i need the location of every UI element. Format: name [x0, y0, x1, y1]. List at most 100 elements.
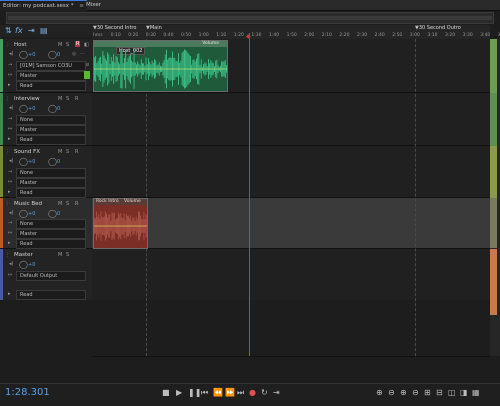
output-row-interview[interactable]: ↦ Master [8, 125, 88, 133]
go-to-end-button[interactable]: ⏭ [237, 388, 244, 398]
input-select-interview[interactable]: None [16, 115, 86, 125]
stereo-icon[interactable]: ◎ [72, 51, 76, 57]
phase-icon[interactable]: ø [86, 62, 89, 68]
mute-button-interview[interactable]: M [58, 96, 62, 102]
volume-value-soundfx[interactable]: +0 [28, 159, 35, 165]
track-name-host[interactable]: Host [14, 42, 27, 48]
output-select-host[interactable]: Master [16, 71, 86, 81]
zoom-in-left[interactable]: ◫ [448, 388, 456, 397]
record-arm-interview[interactable]: R [75, 96, 78, 102]
zoom-selection[interactable]: ⊟ [436, 388, 443, 397]
pan-value-host[interactable]: 0 [57, 52, 60, 58]
automation-mode-soundfx[interactable]: Read [16, 188, 86, 198]
lane-musicbed[interactable] [92, 198, 490, 249]
track-name-master[interactable]: Master [14, 252, 33, 258]
automation-row-host[interactable]: ▸ Read [8, 81, 88, 89]
output-row-master[interactable]: ↦ Default Output [8, 271, 88, 279]
automation-row-interview[interactable]: ▸ Read [8, 135, 88, 143]
zoom-in-amplitude[interactable]: ⊕ [376, 388, 383, 397]
volume-value-master[interactable]: +0 [28, 262, 35, 268]
volume-value-host[interactable]: +0 [28, 52, 35, 58]
pause-button[interactable]: ❚❚ [188, 388, 201, 397]
track-name-soundfx[interactable]: Sound FX [14, 149, 40, 155]
skip-button[interactable]: ⇥ [273, 388, 280, 397]
stop-button[interactable]: ■ [162, 388, 170, 397]
output-row-host[interactable]: ↦ Master [8, 71, 88, 79]
pan-knob[interactable]: ◯ [48, 209, 57, 218]
volume-knob[interactable]: ◯ [19, 157, 28, 166]
rewind-button[interactable]: ⏪ [213, 388, 223, 397]
input-icon[interactable]: ⇥ [28, 25, 35, 37]
grip-icon[interactable]: ⋮ [5, 42, 10, 48]
playhead-handle[interactable]: ◆ [246, 33, 251, 40]
automation-mode-interview[interactable]: Read [16, 135, 86, 145]
grip-icon[interactable]: ⋮ [5, 96, 10, 102]
tab-mixer[interactable]: Mixer [83, 0, 104, 10]
automation-mode-musicbed[interactable]: Read [16, 239, 86, 249]
grip-icon[interactable]: ⋮ [5, 252, 10, 258]
monitor-icon[interactable]: ◧ [84, 42, 89, 48]
record-arm-soundfx[interactable]: R [75, 149, 78, 155]
input-row-soundfx[interactable]: → None [8, 168, 88, 176]
lane-interview[interactable] [92, 93, 490, 146]
input-row-host[interactable]: → [01M] Samson CO3U [8, 61, 88, 69]
lane-soundfx[interactable] [92, 146, 490, 198]
play-button[interactable]: ▶ [176, 388, 182, 397]
volume-value-interview[interactable]: +0 [28, 106, 35, 112]
mute-button-master[interactable]: M [58, 252, 62, 258]
pan-knob[interactable]: ◯ [48, 157, 57, 166]
input-row-musicbed[interactable]: → None [8, 219, 88, 227]
timecode-display[interactable]: 1:28.301 [5, 387, 50, 398]
solo-button-host[interactable]: S [66, 42, 69, 48]
output-row-soundfx[interactable]: ↦ Master [8, 178, 88, 186]
lane-master[interactable] [92, 249, 490, 301]
fast-forward-button[interactable]: ⏩ [225, 388, 235, 397]
solo-button-master[interactable]: S [66, 252, 69, 258]
output-select-interview[interactable]: Master [16, 125, 86, 135]
volume-knob[interactable]: ◯ [19, 50, 28, 59]
record-button[interactable]: ● [249, 388, 256, 397]
automation-row-soundfx[interactable]: ▸ Read [8, 188, 88, 196]
pan-knob[interactable]: ◯ [48, 50, 57, 59]
output-select-soundfx[interactable]: Master [16, 178, 86, 188]
input-select-host[interactable]: [01M] Samson CO3U [16, 61, 86, 71]
clip-host[interactable]: Host_002 Volume [93, 40, 228, 92]
zoom-tracks[interactable]: ▦ [472, 388, 480, 397]
fx-icon[interactable]: fx [15, 25, 23, 37]
output-select-musicbed[interactable]: Master [16, 229, 86, 239]
playhead[interactable] [249, 33, 250, 356]
zoom-out-amplitude[interactable]: ⊖ [388, 388, 395, 397]
record-arm-host[interactable]: R [75, 41, 80, 47]
pan-value-interview[interactable]: 0 [57, 106, 60, 112]
input-select-musicbed[interactable]: None [16, 219, 86, 229]
track-name-interview[interactable]: Interview [14, 96, 40, 102]
output-row-musicbed[interactable]: ↦ Master [8, 229, 88, 237]
pan-knob[interactable]: ◯ [48, 104, 57, 113]
zoom-full[interactable]: ⊞ [424, 388, 431, 397]
zoom-overview[interactable] [6, 12, 494, 24]
pan-value-musicbed[interactable]: 0 [57, 211, 60, 217]
mute-button-soundfx[interactable]: M [58, 149, 62, 155]
grip-icon[interactable]: ⋮ [5, 149, 10, 155]
track-soundfx[interactable]: ⋮ Sound FX M S R ◂) ◯ +0 ◯ 0 → None ↦ Ma… [0, 146, 92, 198]
zoom-in-right[interactable]: ◨ [460, 388, 468, 397]
automation-mode-master[interactable]: Read [16, 290, 86, 300]
marker-intro[interactable]: ▼30 Second Intro [93, 25, 136, 31]
track-host[interactable]: ⋮ Host M S R ◧ ◂) ◯ +0 ◯ 0 ◎ ⋯ → [01M] S… [0, 39, 92, 93]
marker-main[interactable]: ▼Main [146, 25, 162, 31]
grip-icon[interactable]: ⋮ [5, 201, 10, 207]
solo-button-musicbed[interactable]: S [66, 201, 69, 207]
swap-icon[interactable]: ⇅ [5, 25, 12, 37]
meter-icon[interactable]: ▤ [40, 25, 48, 37]
track-name-musicbed[interactable]: Music Bed [14, 201, 42, 207]
record-arm-musicbed[interactable]: R [75, 201, 78, 207]
track-musicbed[interactable]: ⋮ Music Bed M S R ◂) ◯ +0 ◯ 0 → None ↦ M… [0, 198, 92, 249]
input-row-interview[interactable]: → None [8, 115, 88, 123]
automation-row-musicbed[interactable]: ▸ Read [8, 239, 88, 247]
automation-mode-host[interactable]: Read [16, 81, 86, 91]
input-select-soundfx[interactable]: None [16, 168, 86, 178]
solo-button-interview[interactable]: S [66, 96, 69, 102]
clip-music[interactable]: Rock Intro Volume [93, 198, 148, 249]
mute-button-musicbed[interactable]: M [58, 201, 62, 207]
volume-knob[interactable]: ◯ [19, 260, 28, 269]
